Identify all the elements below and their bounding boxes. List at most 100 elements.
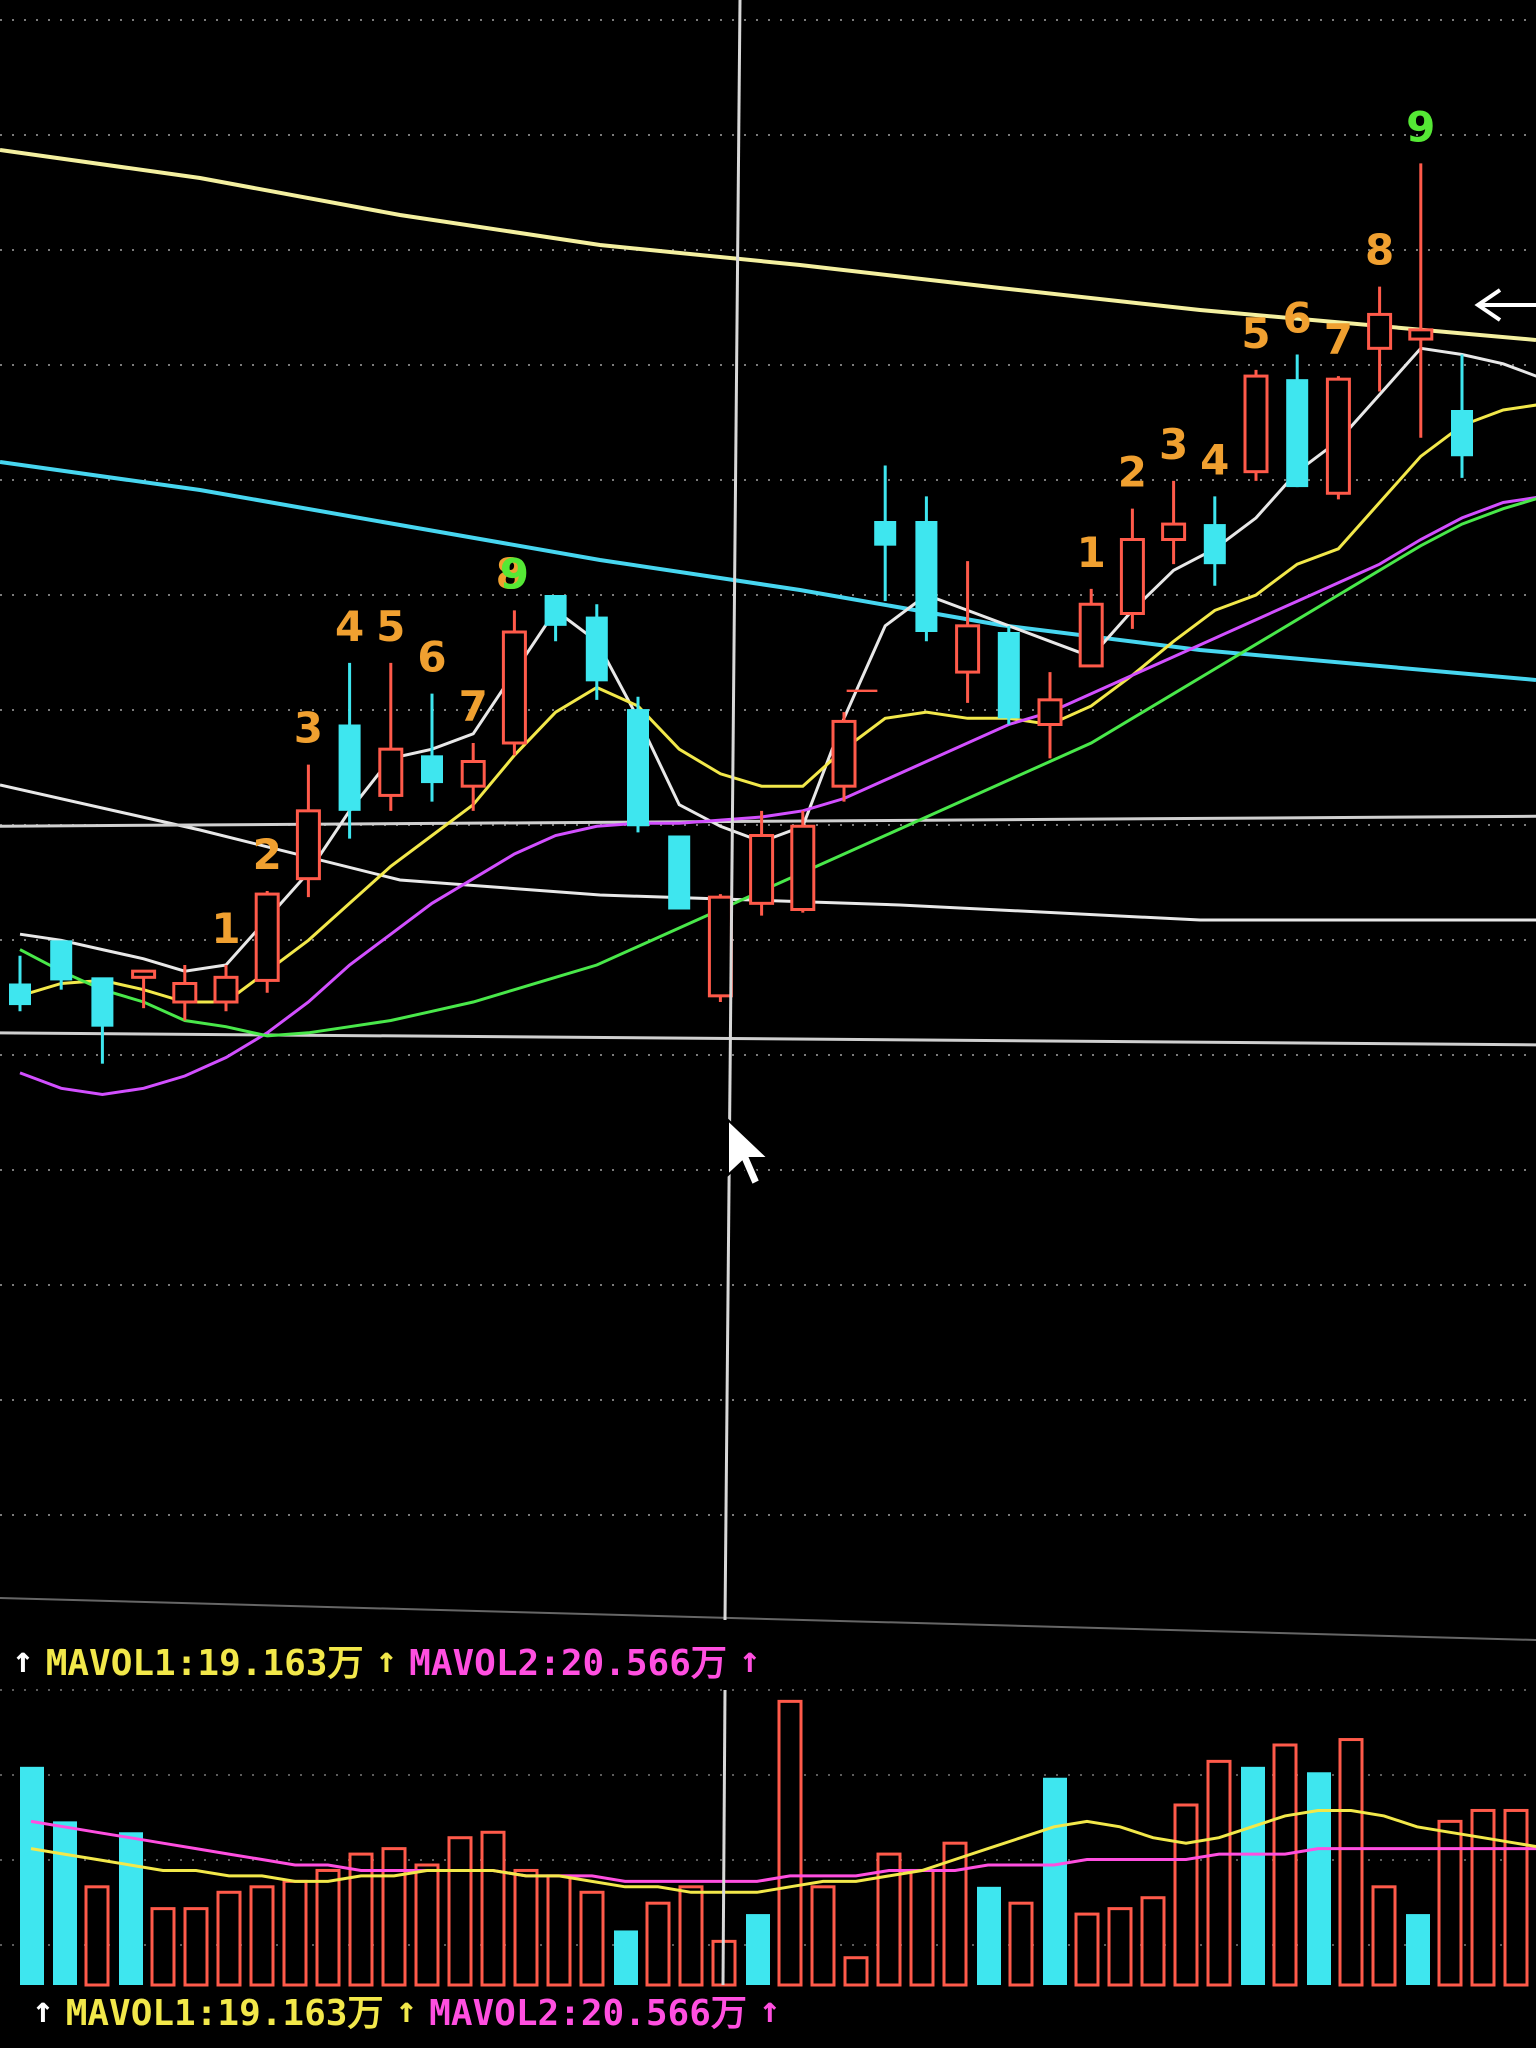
candle	[831, 712, 857, 802]
dash-mark: —	[845, 669, 879, 709]
candle-body	[915, 521, 938, 632]
volume-bar	[579, 1890, 605, 1987]
candle	[790, 810, 816, 913]
sequence-count: 4	[1200, 435, 1229, 484]
candle	[131, 969, 157, 1009]
crosshair-vertical	[723, 0, 742, 1621]
volume-bar	[150, 1907, 176, 1987]
candle	[338, 662, 361, 839]
volume-bar	[249, 1885, 275, 1987]
volume-bar	[1043, 1777, 1067, 1985]
candle	[501, 610, 527, 756]
moving-average-lines	[19, 346, 1536, 1097]
volume-bar	[1074, 1912, 1100, 1987]
candle-body	[91, 977, 114, 1027]
candle	[1243, 369, 1269, 481]
sequence-count: 6	[417, 633, 446, 682]
candle-body	[585, 616, 608, 682]
candle-body	[213, 975, 239, 1004]
volume-legend-bottom: ↑ MAVOL1:19.163万 ↑ MAVOL2:20.566万 ↑	[20, 1980, 793, 2040]
volume-bar	[315, 1868, 341, 1987]
candle-body	[707, 895, 733, 998]
up-arrow-icon: ↑	[758, 1989, 781, 2031]
sequence-count: 2	[253, 830, 282, 879]
volume-bar	[678, 1885, 704, 1987]
volume-bar	[614, 1930, 638, 1985]
candlestick-chart: 1234 56789 123 45 6 789 —	[0, 0, 1536, 1987]
candle	[997, 625, 1020, 725]
candle	[1408, 163, 1434, 438]
candle	[627, 696, 649, 833]
volume-bar	[909, 1868, 935, 1987]
volume-bar	[414, 1863, 440, 1987]
volume-bar	[183, 1907, 209, 1987]
candle	[1203, 496, 1226, 586]
volume-bar	[1307, 1772, 1331, 1985]
volume-bar	[1206, 1759, 1232, 1987]
volume-bar	[53, 1821, 77, 1985]
candle-body	[254, 892, 280, 982]
up-arrow-icon: ↑	[32, 1989, 54, 2031]
candle-body	[131, 969, 157, 979]
candle-body	[1243, 374, 1269, 474]
volume-bar	[1140, 1896, 1166, 1987]
volume-bar	[777, 1699, 803, 1987]
candle-body	[1408, 328, 1434, 341]
horizontal-level-level_low	[0, 1031, 1536, 1047]
candle	[1325, 376, 1351, 500]
sequence-count: 3	[1159, 420, 1188, 469]
up-arrow-icon: ↑	[738, 1639, 761, 1681]
mouse-pointer-icon	[727, 1117, 771, 1187]
candle	[1286, 354, 1309, 488]
candle-body	[955, 624, 981, 674]
candle	[378, 662, 404, 811]
sequence-count: 1	[211, 904, 240, 953]
candle-body	[1203, 524, 1226, 565]
sequence-count: 9	[500, 549, 529, 598]
volume-bar	[645, 1901, 671, 1987]
candle	[1037, 672, 1063, 759]
volume-bar	[546, 1874, 572, 1987]
candle-body	[627, 709, 649, 827]
candle-body	[172, 982, 198, 1004]
candle	[668, 835, 691, 910]
crosshair-vertical-lower	[721, 1689, 727, 1986]
candle-body	[378, 747, 404, 797]
candle	[254, 891, 280, 993]
up-arrow-icon: ↑	[375, 1639, 398, 1681]
volume-bar	[746, 1914, 770, 1985]
candle	[9, 955, 31, 1012]
long-ma-lines	[0, 148, 1536, 922]
candle-body	[790, 824, 816, 911]
sequence-count: 9	[1406, 102, 1435, 151]
ma-line-yellow	[19, 403, 1536, 1004]
candle-body	[421, 755, 443, 784]
mavol2-label: MAVOL2:20.566万	[409, 1643, 727, 1684]
volume-bar	[1173, 1803, 1199, 1987]
left-arrow-icon	[1474, 288, 1536, 322]
volume-bar	[1437, 1819, 1463, 1987]
volume-bar	[1338, 1738, 1364, 1987]
candle	[213, 965, 239, 1012]
sequence-count: 6	[1283, 294, 1312, 343]
sequence-count: 7	[1324, 315, 1353, 364]
volume-bar	[1272, 1743, 1298, 1987]
candle	[172, 965, 198, 1021]
candle-body	[874, 521, 897, 546]
candle-body	[1078, 602, 1104, 668]
up-arrow-icon: ↑	[12, 1639, 34, 1681]
candle-body	[831, 719, 857, 788]
volume-bar	[1371, 1885, 1397, 1987]
sequence-count: 2	[1118, 448, 1147, 497]
ma-line-green	[19, 497, 1536, 1038]
candle-body	[1037, 698, 1063, 726]
volume-bar	[1503, 1808, 1529, 1987]
volume-bar	[1406, 1914, 1430, 1985]
mavol1-label: MAVOL1:19.163万	[45, 1643, 364, 1684]
volume-bar	[1107, 1907, 1133, 1987]
candle	[1367, 286, 1393, 392]
mavol2-label: MAVOL2:20.566万	[429, 1993, 747, 2034]
mavol1-label: MAVOL1:19.163万	[65, 1993, 384, 2034]
ma-line-long-cyan	[0, 460, 1536, 682]
volume-bar	[282, 1879, 308, 1987]
